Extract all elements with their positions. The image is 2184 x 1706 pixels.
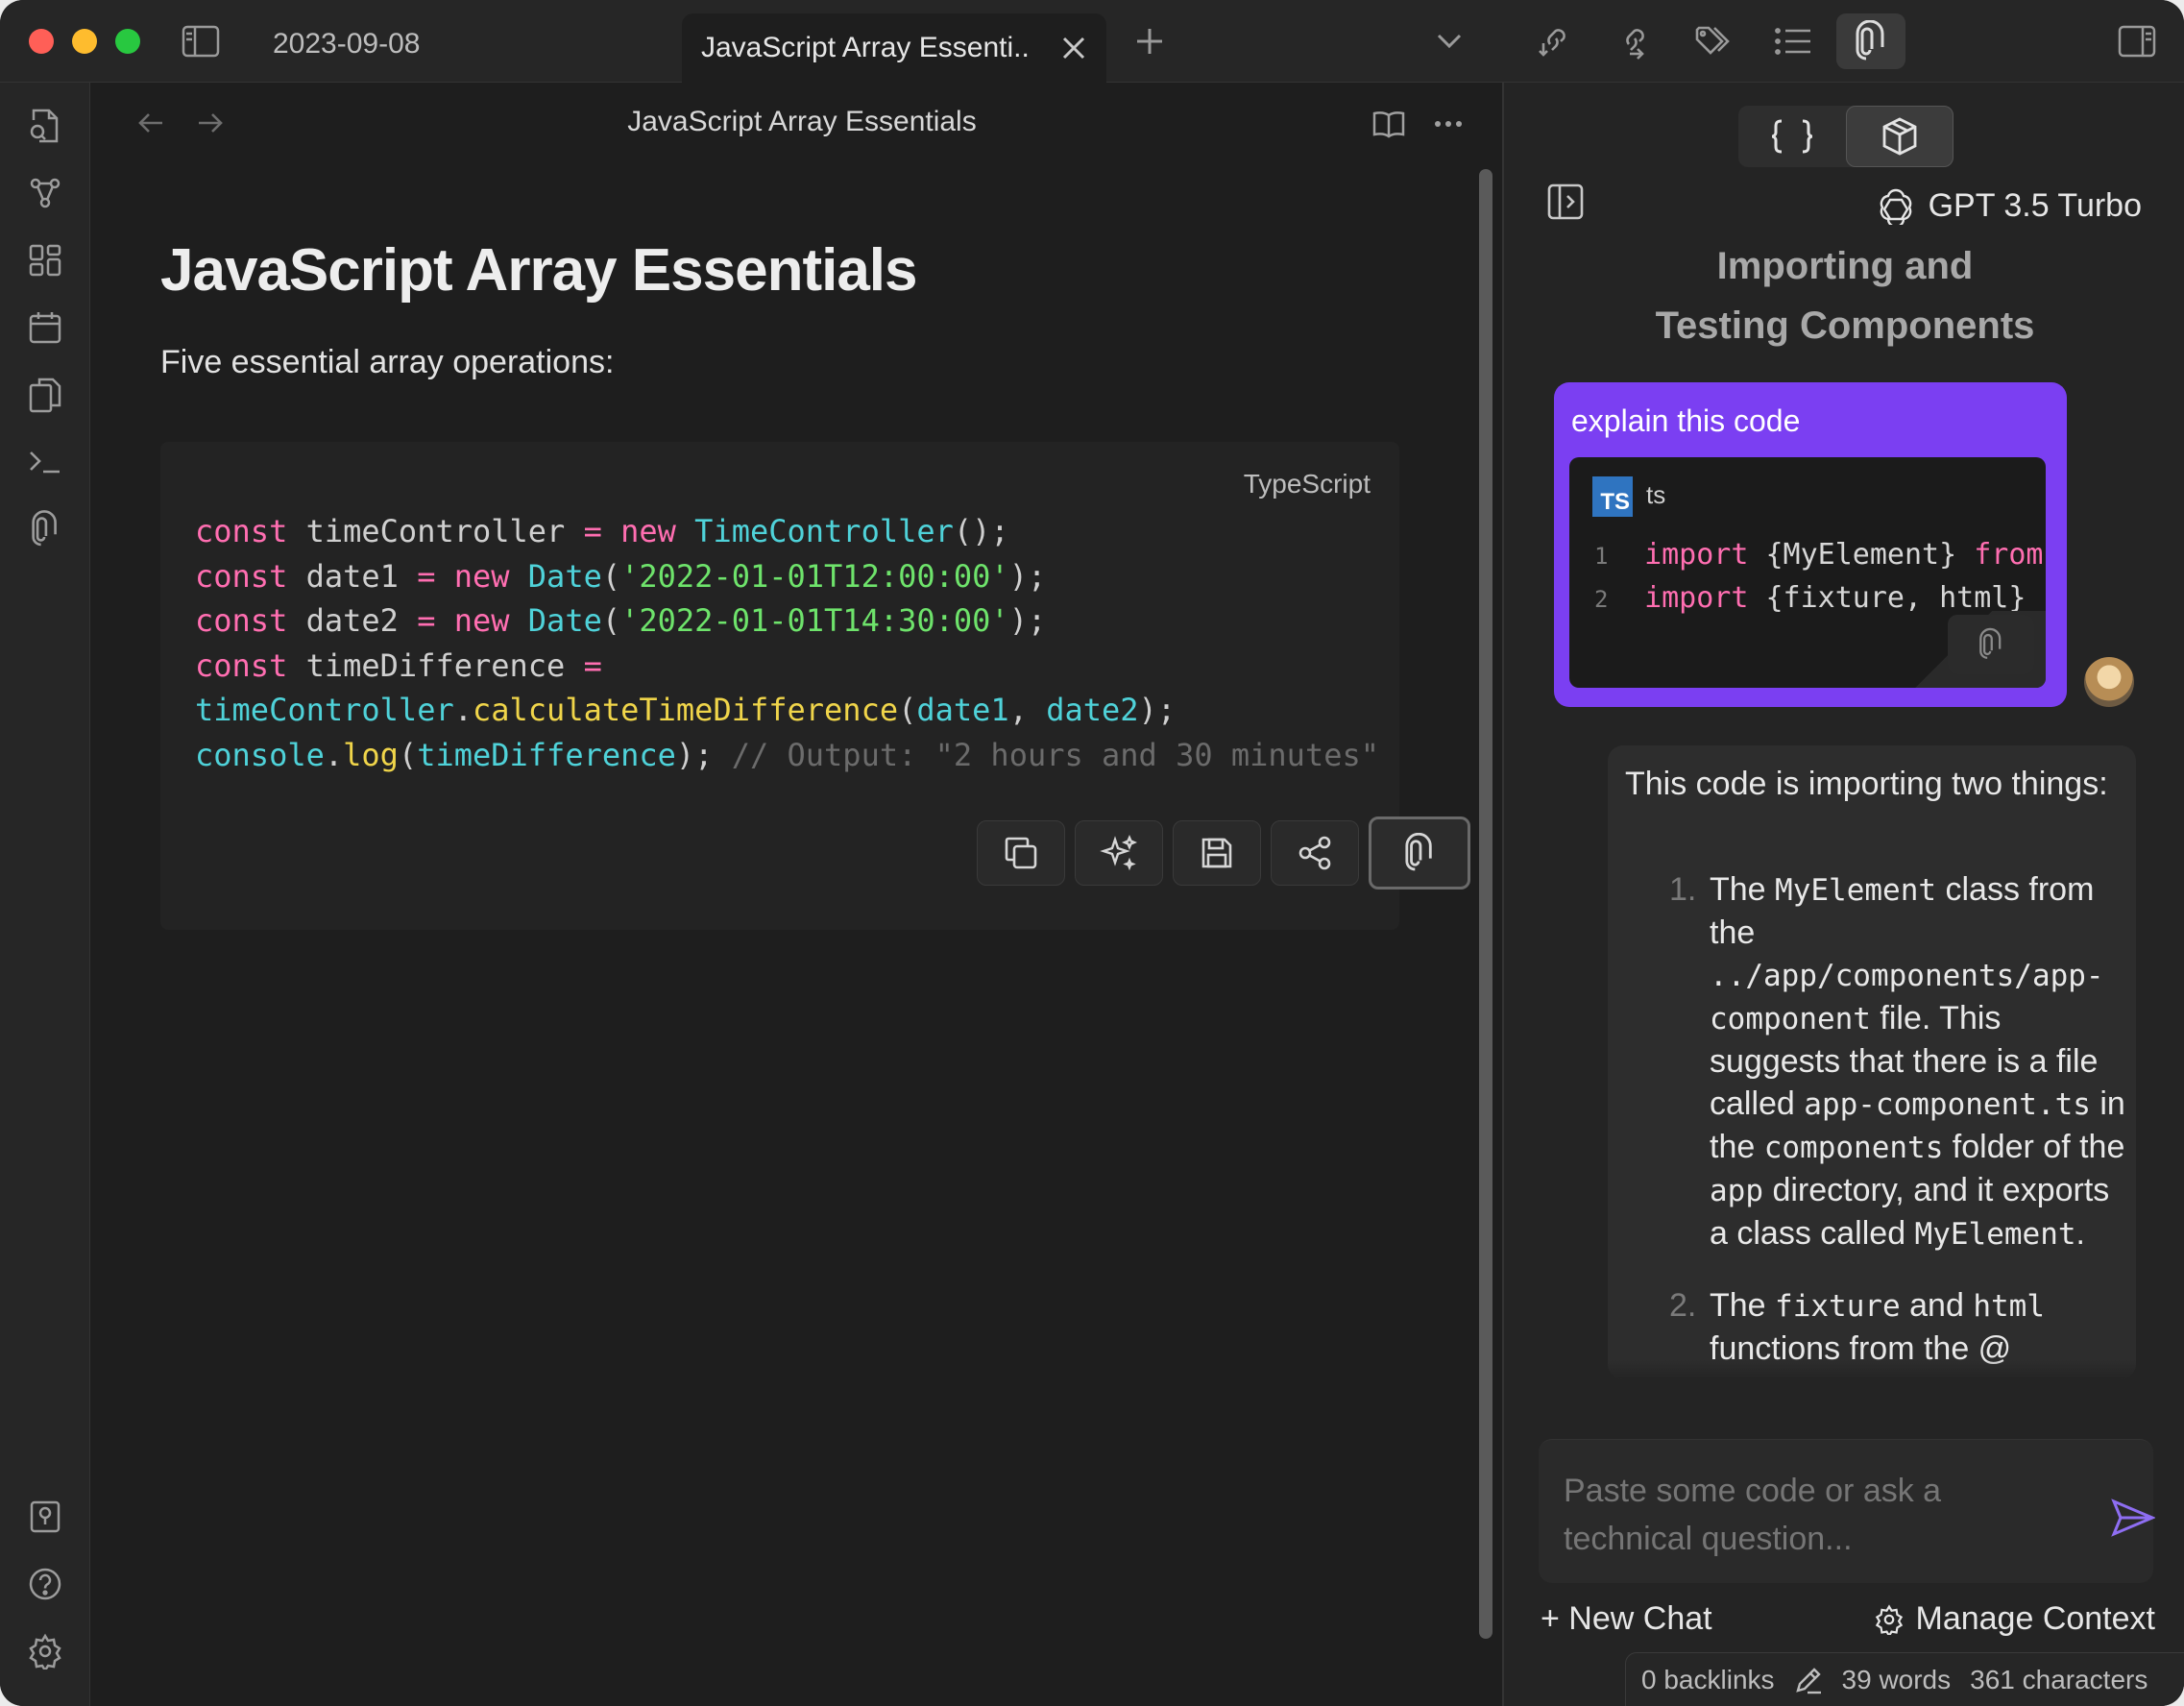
- close-window-button[interactable]: [29, 29, 54, 54]
- minimize-window-button[interactable]: [72, 29, 97, 54]
- snippet-paperclip-icon[interactable]: [1948, 615, 2034, 674]
- open-quick-switcher-icon[interactable]: [21, 102, 69, 150]
- user-avatar: [2084, 657, 2134, 707]
- more-options-icon[interactable]: [1426, 102, 1470, 146]
- tags-icon[interactable]: [1688, 17, 1736, 65]
- settings-gear-icon[interactable]: [21, 1627, 69, 1675]
- view-segmented-control: [1738, 106, 1953, 167]
- chat-input[interactable]: [1564, 1467, 2044, 1563]
- assistant-message-bubble: This code is importing two things: 1. The…: [1608, 745, 2136, 1379]
- backlinks-count[interactable]: 0 backlinks: [1641, 1665, 1775, 1695]
- character-count: 361 characters: [1970, 1664, 2148, 1694]
- sidebar-toggle-icon[interactable]: [177, 17, 225, 65]
- chat-box-tab[interactable]: [1846, 106, 1953, 167]
- user-message-text: explain this code: [1571, 403, 1801, 438]
- pencil-icon[interactable]: [1794, 1666, 1823, 1694]
- right-sidebar-toggle-icon[interactable]: [2113, 17, 2161, 65]
- editor-pane: JavaScript Array Essentials JavaScript A…: [91, 83, 1501, 1706]
- status-bar: 0 backlinks 39 words 361 characters: [1625, 1652, 2184, 1706]
- code-actions-toolbar: [977, 816, 1470, 890]
- new-chat-button[interactable]: + New Chat: [1541, 1600, 1712, 1638]
- editor-scrollbar[interactable]: [1479, 169, 1492, 1639]
- ai-sparkles-button[interactable]: [1075, 820, 1163, 886]
- outgoing-links-icon[interactable]: [1608, 17, 1656, 65]
- code-language-label: TypeScript: [1243, 469, 1371, 499]
- model-name: GPT 3.5 Turbo: [1928, 186, 2142, 224]
- snippet-language: ts: [1646, 480, 1666, 509]
- note-header-title[interactable]: JavaScript Array Essentials: [91, 106, 1513, 138]
- maximize-window-button[interactable]: [115, 29, 140, 54]
- note-intro-text: Five essential array operations:: [160, 344, 615, 380]
- paperclip-icon[interactable]: [21, 505, 69, 553]
- share-code-button[interactable]: [1271, 820, 1359, 886]
- left-ribbon: [0, 83, 90, 1706]
- assistant-message-text: This code is importing two things: 1. The…: [1625, 763, 2134, 1379]
- save-code-button[interactable]: [1173, 820, 1261, 886]
- copy-files-icon[interactable]: [21, 371, 69, 419]
- tab-active-label: JavaScript Array Essenti...: [701, 32, 1028, 63]
- paperclip-plugin-icon[interactable]: [1836, 13, 1905, 69]
- outline-list-icon[interactable]: [1769, 17, 1817, 65]
- tab-daily-note-label: 2023-09-08: [273, 28, 421, 60]
- manage-context-label: Manage Context: [1915, 1600, 2156, 1637]
- openai-logo-icon: [1877, 186, 1915, 225]
- tab-daily-note[interactable]: 2023-09-08: [240, 17, 663, 71]
- gear-icon: [1874, 1603, 1905, 1635]
- chat-sidebar: GPT 3.5 Turbo Importing and Testing Comp…: [1502, 83, 2184, 1706]
- manage-context-button[interactable]: Manage Context: [1874, 1600, 2156, 1638]
- collapse-panel-icon[interactable]: [1546, 183, 1589, 225]
- code-block: TypeScript const timeController = new Ti…: [160, 442, 1470, 930]
- close-tab-icon[interactable]: [1058, 33, 1089, 63]
- word-count: 39 words: [1841, 1664, 1952, 1694]
- tab-list-chevron-down-icon[interactable]: [1425, 17, 1473, 65]
- assistant-list: 1. The MyElement class from the ../app/co…: [1625, 868, 2134, 1370]
- list-item: 1. The MyElement class from the ../app/co…: [1669, 871, 2125, 1252]
- chat-input-container: [1539, 1439, 2155, 1583]
- chat-title: Importing and Testing Components: [1655, 245, 2035, 347]
- graph-view-icon[interactable]: [21, 169, 69, 217]
- code-content: const timeController = new TimeControlle…: [195, 513, 1379, 773]
- canvas-grid-icon[interactable]: [21, 236, 69, 284]
- assistant-intro: This code is importing two things:: [1625, 766, 2108, 802]
- tab-active-note[interactable]: JavaScript Array Essenti...: [682, 13, 1106, 83]
- user-message-bubble: explain this code TS ts 1 import {MyElem…: [1554, 382, 2067, 707]
- code-braces-tab[interactable]: [1738, 106, 1846, 167]
- attach-to-chat-button[interactable]: [1369, 816, 1470, 890]
- copy-code-button[interactable]: [977, 820, 1065, 886]
- new-tab-icon[interactable]: [1126, 17, 1174, 65]
- snippet-lines: 1 import {MyElement} from ' 2 import {fi…: [1594, 538, 2046, 615]
- app-window: 2023-09-08 JavaScript Array Essenti... J…: [0, 0, 2184, 1706]
- note-heading: JavaScript Array Essentials: [160, 237, 918, 304]
- backlinks-icon[interactable]: [1529, 17, 1577, 65]
- model-selector[interactable]: GPT 3.5 Turbo: [1877, 186, 2142, 225]
- terminal-icon[interactable]: [21, 438, 69, 486]
- typescript-badge-icon: TS: [1592, 476, 1633, 517]
- vault-switcher-icon[interactable]: [21, 1493, 69, 1541]
- help-icon[interactable]: [21, 1560, 69, 1608]
- title-bar: 2023-09-08 JavaScript Array Essenti...: [0, 0, 2184, 83]
- send-icon[interactable]: [2111, 1498, 2159, 1546]
- list-item: 2. The fixture and html functions from th…: [1669, 1287, 2045, 1367]
- message-fade: [1608, 1360, 2136, 1379]
- calendar-icon[interactable]: [21, 304, 69, 352]
- reading-view-book-icon[interactable]: [1367, 102, 1411, 146]
- user-code-snippet: TS ts 1 import {MyElement} from ' 2 impo…: [1569, 457, 2046, 688]
